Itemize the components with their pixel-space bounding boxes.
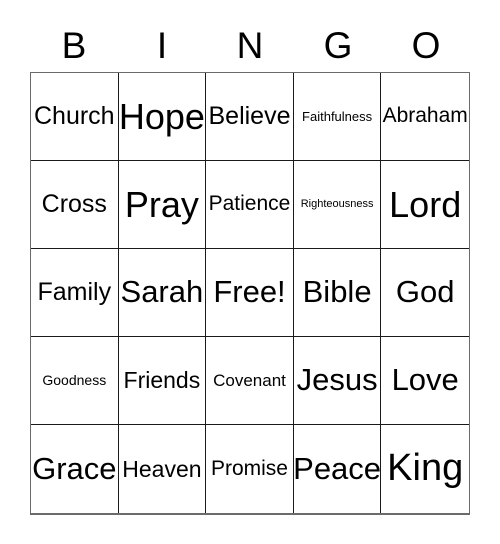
bingo-cell-label: Hope — [118, 95, 205, 137]
bingo-cell-n5[interactable]: Promise — [206, 425, 294, 513]
bingo-header-letter-i: I — [156, 24, 168, 66]
bingo-cell-b5[interactable]: Grace — [31, 425, 119, 513]
bingo-cell-g1[interactable]: Faithfulness — [293, 73, 382, 161]
bingo-cell-label: Lord — [389, 183, 462, 225]
bingo-cell-free-space[interactable]: Free! — [206, 249, 294, 337]
bingo-header-letter-g: G — [323, 24, 353, 66]
bingo-cell-g4[interactable]: Jesus — [293, 337, 382, 425]
bingo-card: B I N G O Church Hope Believe Faithfulne… — [0, 0, 500, 544]
bingo-cell-label: King — [387, 447, 464, 490]
bingo-cell-n2[interactable]: Patience — [206, 161, 294, 249]
bingo-header-row: B I N G O — [30, 18, 470, 72]
bingo-cell-b2[interactable]: Cross — [31, 161, 119, 249]
bingo-cell-label: Believe — [208, 102, 291, 131]
bingo-header-letter-o: O — [411, 24, 441, 66]
bingo-cell-label: Abraham — [382, 104, 468, 128]
bingo-cell-label: Bible — [302, 274, 372, 310]
bingo-cell-label: Righteousness — [300, 197, 374, 210]
bingo-cell-b3[interactable]: Family — [31, 249, 119, 337]
bingo-cell-i1[interactable]: Hope — [118, 73, 207, 161]
bingo-cell-b4[interactable]: Goodness — [31, 337, 119, 425]
bingo-cell-label: Faithfulness — [302, 108, 373, 124]
bingo-header-letter-b: B — [61, 24, 87, 66]
bingo-cell-label: Family — [37, 278, 112, 307]
bingo-cell-i2[interactable]: Pray — [118, 161, 207, 249]
bingo-cell-label: Grace — [32, 450, 117, 486]
bingo-cell-o3[interactable]: God — [381, 249, 469, 337]
bingo-header-letter-n: N — [236, 24, 264, 66]
bingo-cell-label: Free! — [213, 274, 286, 310]
bingo-cell-g5[interactable]: Peace — [293, 425, 382, 513]
bingo-cell-o5[interactable]: King — [381, 425, 469, 513]
bingo-cell-g3[interactable]: Bible — [293, 249, 382, 337]
bingo-cell-o1[interactable]: Abraham — [381, 73, 469, 161]
bingo-cell-label: Peace — [293, 450, 382, 486]
bingo-cell-label: Cross — [41, 190, 107, 219]
bingo-cell-label: Love — [391, 362, 459, 398]
bingo-grid: Church Hope Believe Faithfulness Abraham… — [30, 72, 470, 515]
bingo-cell-label: Sarah — [120, 274, 204, 310]
bingo-cell-i4[interactable]: Friends — [118, 337, 207, 425]
bingo-cell-label: God — [395, 274, 455, 310]
bingo-cell-label: Goodness — [42, 372, 107, 389]
bingo-cell-i5[interactable]: Heaven — [118, 425, 207, 513]
bingo-cell-label: Promise — [210, 456, 288, 480]
bingo-cell-b1[interactable]: Church — [31, 73, 119, 161]
bingo-cell-n1[interactable]: Believe — [206, 73, 294, 161]
bingo-cell-i3[interactable]: Sarah — [118, 249, 207, 337]
bingo-cell-label: Church — [34, 102, 115, 131]
bingo-cell-n4[interactable]: Covenant — [206, 337, 294, 425]
bingo-cell-label: Friends — [123, 367, 201, 394]
bingo-cell-label: Patience — [208, 192, 291, 216]
bingo-cell-label: Jesus — [296, 362, 378, 398]
bingo-cell-label: Heaven — [122, 455, 202, 482]
bingo-cell-o4[interactable]: Love — [381, 337, 469, 425]
bingo-cell-label: Covenant — [213, 370, 286, 390]
bingo-cell-g2[interactable]: Righteousness — [293, 161, 382, 249]
bingo-cell-label: Pray — [124, 183, 199, 225]
bingo-cell-o2[interactable]: Lord — [381, 161, 469, 249]
